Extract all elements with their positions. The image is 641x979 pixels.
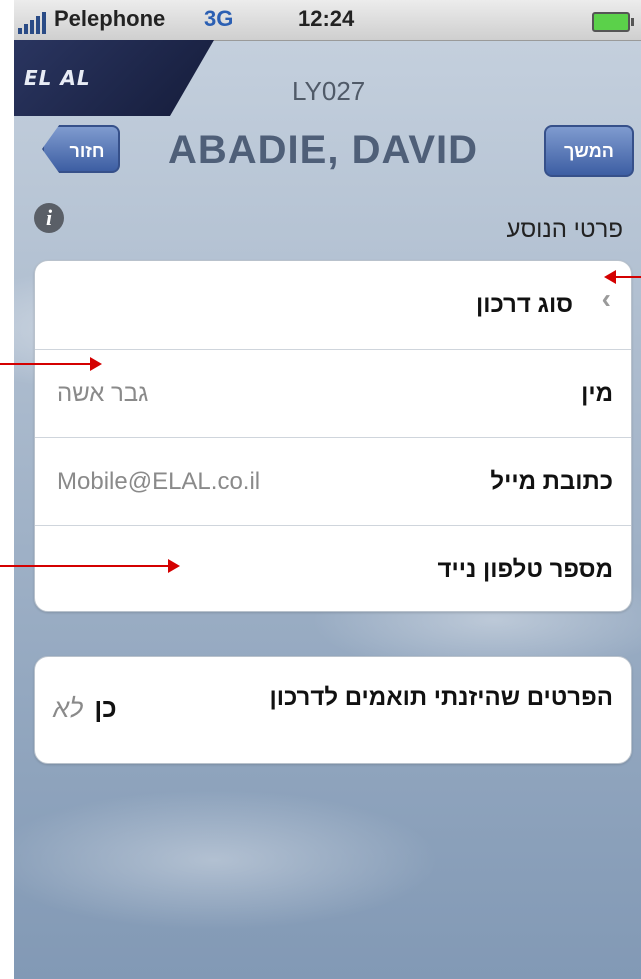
section-title: פרטי הנוסע — [506, 216, 623, 243]
confirmation-label: הפרטים שהיזנתי תואמים לדרכון — [269, 684, 614, 711]
carrier-name: Pelephone — [54, 6, 166, 31]
passenger-name: ABADIE, DAVID — [168, 128, 479, 172]
email-label: כתובת מייל — [490, 468, 613, 495]
email-row[interactable]: Mobile@ELAL.co.il כתובת מייל — [35, 437, 631, 524]
email-value[interactable]: Mobile@ELAL.co.il — [57, 468, 260, 496]
battery-icon — [592, 12, 634, 32]
status-bar: Pelephone 3G 12:24 — [14, 0, 641, 41]
confirmation-card: הפרטים שהיזנתי תואמים לדרכון כן לא — [34, 656, 632, 764]
logo-text: EL AL — [24, 66, 91, 90]
yes-no-toggle[interactable]: כן לא — [53, 693, 117, 724]
annotation-arrow-gender — [0, 357, 102, 371]
chevron-left-icon: ‹ — [601, 283, 611, 314]
yes-option[interactable]: כן — [94, 693, 116, 723]
mobile-phone-row[interactable]: מספר טלפון נייד — [35, 525, 631, 612]
gender-value[interactable]: גבר אשה — [57, 380, 148, 408]
elal-logo: EL AL — [14, 40, 214, 116]
passport-type-row[interactable]: ‹ סוג דרכון — [35, 261, 631, 347]
gender-label: מין — [581, 380, 613, 407]
annotation-arrow-phone — [0, 559, 180, 573]
annotation-arrow-passport — [604, 270, 641, 284]
flight-number: LY027 — [292, 76, 366, 106]
mobile-phone-label: מספר טלפון נייד — [437, 556, 613, 583]
status-time: 12:24 — [298, 6, 355, 31]
no-option[interactable]: לא — [53, 693, 83, 723]
brand-bar: EL AL LY027 — [14, 40, 641, 120]
info-icon[interactable]: i — [34, 203, 64, 233]
network-type: 3G — [204, 6, 234, 31]
passenger-details-card: ‹ סוג דרכון גבר אשה מין Mobile@ELAL.co.i… — [34, 260, 632, 612]
passport-type-label: סוג דרכון — [475, 291, 573, 318]
back-button[interactable]: חזור — [42, 125, 120, 173]
gender-row[interactable]: גבר אשה מין — [35, 349, 631, 436]
next-button[interactable]: המשך — [544, 125, 634, 177]
phone-screen: Pelephone 3G 12:24 EL AL LY027 חזור ABAD… — [14, 0, 641, 979]
